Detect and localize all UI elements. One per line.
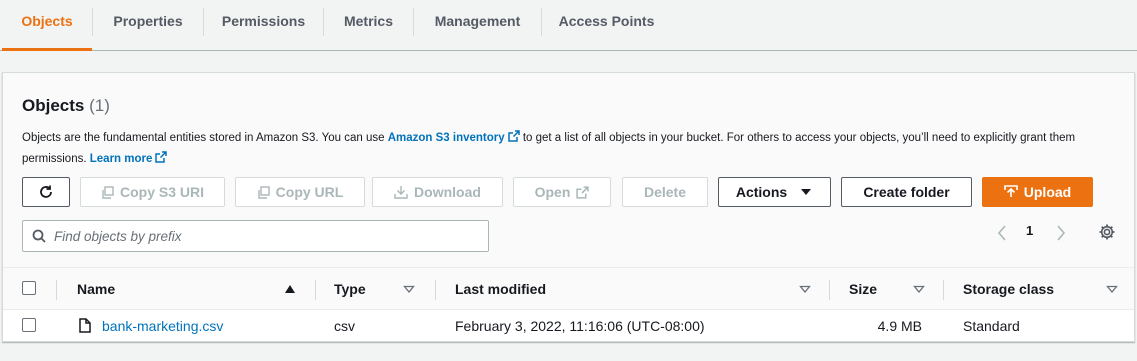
column-header-type[interactable]: Type <box>334 281 366 297</box>
select-all-checkbox[interactable] <box>22 281 36 295</box>
column-divider <box>56 280 57 300</box>
sort-icon[interactable] <box>799 285 811 293</box>
upload-button[interactable]: Upload <box>982 177 1093 207</box>
row-checkbox[interactable] <box>22 318 36 332</box>
column-header-size[interactable]: Size <box>849 281 877 297</box>
chevron-right-icon[interactable] <box>1054 223 1068 243</box>
table-row: bank-marketing.csv csv February 3, 2022,… <box>3 310 1134 341</box>
copy-icon <box>257 185 270 199</box>
copy-s3-uri-button[interactable]: Copy S3 URI <box>80 177 225 207</box>
inventory-link[interactable]: Amazon S3 inventory <box>388 132 505 144</box>
refresh-icon <box>40 185 52 198</box>
search-input[interactable] <box>54 226 474 246</box>
object-last-modified: February 3, 2022, 11:16:06 (UTC-08:00) <box>455 318 705 334</box>
actions-dropdown[interactable]: Actions <box>718 177 831 207</box>
panel-title: Objects (1) <box>22 96 110 116</box>
gear-icon[interactable] <box>1098 223 1116 241</box>
copy-url-label: Copy URL <box>275 184 344 200</box>
column-header-last-modified[interactable]: Last modified <box>455 281 546 297</box>
delete-button[interactable]: Delete <box>622 177 708 207</box>
sort-icon[interactable] <box>1106 285 1118 293</box>
copy-icon <box>102 185 114 199</box>
actions-label: Actions <box>735 184 788 200</box>
tab-permissions[interactable]: Permissions <box>204 0 323 50</box>
external-link-icon <box>576 185 590 199</box>
sort-icon[interactable] <box>403 285 415 293</box>
panel-description: Objects are the fundamental entities sto… <box>22 128 1112 170</box>
tab-metrics[interactable]: Metrics <box>324 0 413 50</box>
search-box <box>22 220 489 252</box>
tab-objects[interactable]: Objects <box>2 0 92 51</box>
download-label: Download <box>414 184 481 200</box>
column-divider <box>435 280 436 300</box>
tab-management[interactable]: Management <box>414 0 541 50</box>
tab-bar: Objects Properties Permissions Metrics M… <box>0 0 1137 51</box>
sort-icon[interactable] <box>913 285 925 293</box>
column-header-name[interactable]: Name <box>77 281 115 297</box>
current-page-number[interactable]: 1 <box>1026 223 1033 238</box>
object-type: csv <box>334 318 355 334</box>
search-icon <box>32 229 46 243</box>
external-link-icon <box>155 151 168 163</box>
open-label: Open <box>534 184 571 200</box>
download-button[interactable]: Download <box>372 177 503 207</box>
open-button[interactable]: Open <box>513 177 611 207</box>
upload-icon <box>1003 185 1018 197</box>
column-header-storage-class[interactable]: Storage class <box>963 281 1054 297</box>
copy-url-button[interactable]: Copy URL <box>235 177 365 207</box>
panel-header: Objects (1) Objects are the fundamental … <box>3 73 1134 268</box>
tab-access-points[interactable]: Access Points <box>542 0 671 50</box>
create-folder-label: Create folder <box>863 184 950 200</box>
copy-s3-uri-label: Copy S3 URI <box>119 184 204 200</box>
file-icon <box>79 318 91 333</box>
caret-down-icon <box>801 189 812 195</box>
object-count: (1) <box>89 96 110 115</box>
refresh-button[interactable] <box>22 177 70 207</box>
column-divider <box>943 280 944 300</box>
create-folder-button[interactable]: Create folder <box>841 177 972 207</box>
description-text: Objects are the fundamental entities sto… <box>22 132 388 144</box>
chevron-left-icon[interactable] <box>995 223 1009 243</box>
delete-label: Delete <box>643 184 687 200</box>
panel-title-text: Objects <box>22 96 85 115</box>
external-link-icon <box>507 130 520 142</box>
column-divider <box>829 280 830 300</box>
learn-more-link[interactable]: Learn more <box>90 153 153 165</box>
object-size: 4.9 MB <box>877 318 922 334</box>
download-icon <box>394 186 408 199</box>
object-storage-class: Standard <box>963 318 1020 334</box>
upload-label: Upload <box>1023 184 1072 200</box>
objects-panel: Objects (1) Objects are the fundamental … <box>2 72 1135 342</box>
object-name-link[interactable]: bank-marketing.csv <box>102 318 223 334</box>
tab-properties[interactable]: Properties <box>93 0 203 50</box>
table-header: Name Type Last modified Size Storage cla… <box>3 268 1134 310</box>
sort-ascending-icon[interactable] <box>284 284 296 294</box>
column-divider <box>315 280 316 300</box>
